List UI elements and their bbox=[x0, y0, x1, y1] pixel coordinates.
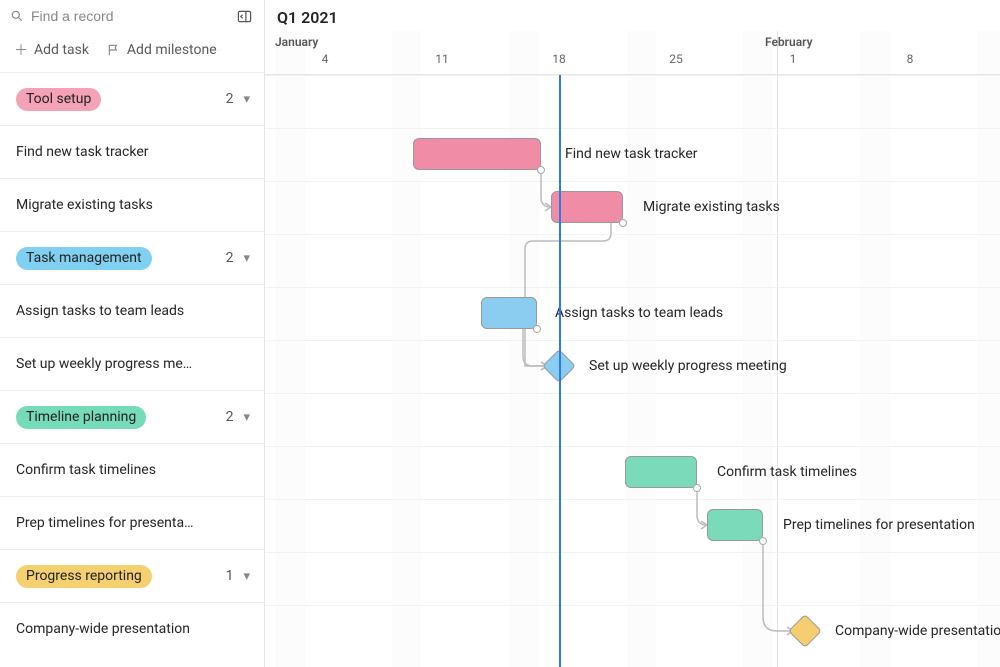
gantt-bar-label: Prep timelines for presentation bbox=[783, 517, 975, 533]
month-label: January bbox=[275, 35, 318, 49]
group-tag: Tool setup bbox=[16, 88, 101, 111]
gantt-chart[interactable]: Find new task tracker Migrate existing ta… bbox=[265, 75, 1000, 667]
timeline-header: JanuaryFebruary 411182518 bbox=[265, 31, 1000, 75]
gantt-bar[interactable] bbox=[481, 297, 537, 329]
add-milestone-label: Add milestone bbox=[127, 42, 217, 58]
add-task-button[interactable]: ＋ Add task bbox=[14, 40, 89, 60]
chevron-down-icon[interactable]: ▾ bbox=[243, 251, 250, 266]
today-line bbox=[559, 75, 561, 667]
group-header[interactable]: Tool setup 2 ▾ bbox=[0, 72, 264, 125]
gantt-bar[interactable] bbox=[707, 509, 763, 541]
search-input[interactable] bbox=[31, 8, 171, 24]
collapse-sidebar-icon[interactable] bbox=[236, 8, 252, 24]
dependency-handle[interactable] bbox=[693, 484, 701, 492]
task-row[interactable]: Find new task tracker bbox=[0, 125, 264, 178]
dependency-handle[interactable] bbox=[537, 166, 545, 174]
date-tick: 4 bbox=[322, 52, 329, 66]
group-count: 2 bbox=[226, 250, 234, 266]
task-label: Company-wide presentation bbox=[16, 621, 190, 637]
gantt-bar-label: Migrate existing tasks bbox=[643, 199, 780, 215]
group-tag: Progress reporting bbox=[16, 565, 152, 588]
gantt-bar-label: Set up weekly progress meeting bbox=[589, 358, 787, 374]
add-task-label: Add task bbox=[34, 42, 89, 58]
gantt-bar-label: Company-wide presentation bbox=[835, 623, 1000, 639]
plus-icon: ＋ bbox=[14, 40, 28, 60]
task-row[interactable]: Prep timelines for presenta… bbox=[0, 496, 264, 549]
add-milestone-button[interactable]: Add milestone bbox=[107, 42, 217, 58]
gantt-bar[interactable] bbox=[551, 191, 623, 223]
date-tick: 8 bbox=[907, 52, 914, 66]
date-tick: 11 bbox=[435, 52, 449, 66]
group-header[interactable]: Timeline planning 2 ▾ bbox=[0, 390, 264, 443]
task-label: Set up weekly progress me… bbox=[16, 356, 192, 372]
dependency-handle[interactable] bbox=[619, 219, 627, 227]
gantt-bar-label: Assign tasks to team leads bbox=[555, 305, 723, 321]
gantt-bar[interactable] bbox=[625, 456, 697, 488]
group-count: 2 bbox=[226, 91, 234, 107]
task-row[interactable]: Confirm task timelines bbox=[0, 443, 264, 496]
task-label: Assign tasks to team leads bbox=[16, 303, 184, 319]
task-label: Find new task tracker bbox=[16, 144, 149, 160]
dependency-handle[interactable] bbox=[759, 537, 767, 545]
chevron-down-icon[interactable]: ▾ bbox=[243, 569, 250, 584]
task-row[interactable]: Set up weekly progress me… bbox=[0, 337, 264, 390]
task-row[interactable]: Migrate existing tasks bbox=[0, 178, 264, 231]
date-tick: 1 bbox=[790, 52, 797, 66]
task-row[interactable]: Company-wide presentation bbox=[0, 602, 264, 655]
task-row[interactable]: Assign tasks to team leads bbox=[0, 284, 264, 337]
gantt-bar[interactable] bbox=[413, 138, 541, 170]
group-header[interactable]: Task management 2 ▾ bbox=[0, 231, 264, 284]
page-title: Q1 2021 bbox=[265, 0, 1000, 31]
chevron-down-icon[interactable]: ▾ bbox=[243, 92, 250, 107]
task-label: Migrate existing tasks bbox=[16, 197, 153, 213]
task-label: Prep timelines for presenta… bbox=[16, 515, 193, 531]
group-count: 1 bbox=[226, 568, 234, 584]
date-tick: 18 bbox=[552, 52, 566, 66]
date-tick: 25 bbox=[669, 52, 683, 66]
group-tag: Timeline planning bbox=[16, 406, 146, 429]
dependency-handle[interactable] bbox=[533, 325, 541, 333]
chevron-down-icon[interactable]: ▾ bbox=[243, 410, 250, 425]
flag-icon bbox=[107, 43, 121, 57]
group-header[interactable]: Progress reporting 1 ▾ bbox=[0, 549, 264, 602]
gantt-bar-label: Confirm task timelines bbox=[717, 464, 857, 480]
group-tag: Task management bbox=[16, 247, 152, 270]
task-label: Confirm task timelines bbox=[16, 462, 156, 478]
search-icon bbox=[10, 9, 24, 23]
gantt-bar-label: Find new task tracker bbox=[565, 146, 698, 162]
group-count: 2 bbox=[226, 409, 234, 425]
month-label: February bbox=[765, 35, 813, 49]
